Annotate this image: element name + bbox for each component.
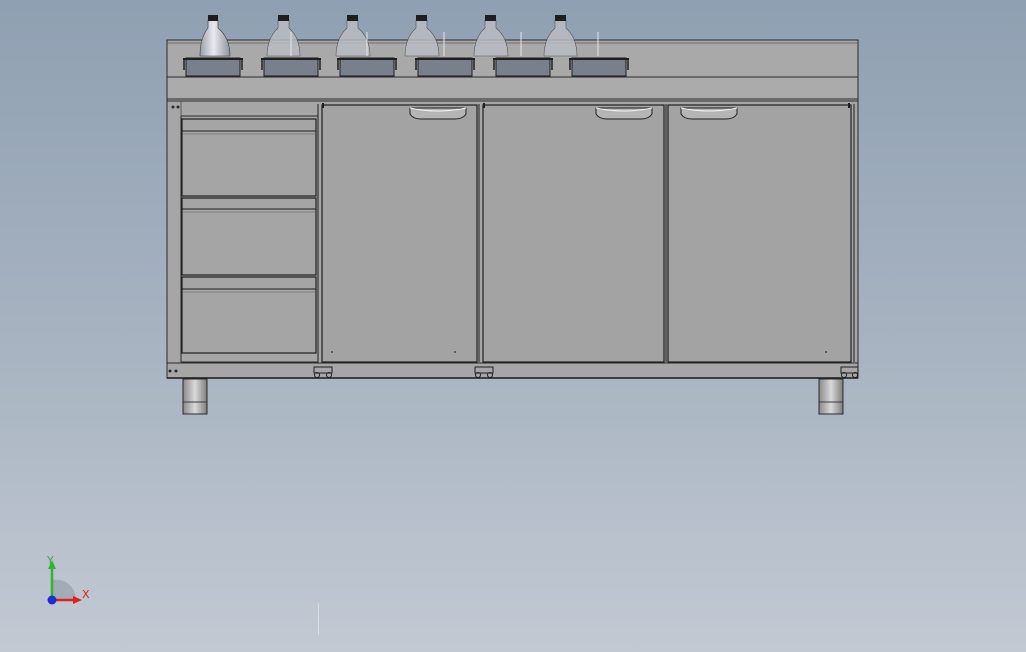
- x-axis-arrowhead: [73, 596, 82, 604]
- bottle: [199, 15, 231, 57]
- door-group: [317, 104, 855, 363]
- drawer-stack: [180, 115, 319, 363]
- door[interactable]: [665, 104, 855, 363]
- basket: [493, 57, 553, 77]
- z-axis-dot: [47, 595, 57, 605]
- y-axis-label: Y: [47, 554, 54, 567]
- leg: [818, 378, 844, 415]
- door[interactable]: [317, 104, 478, 363]
- model-render[interactable]: [0, 0, 1026, 652]
- basket: [337, 57, 397, 77]
- bottle: [404, 15, 445, 57]
- bottle: [266, 15, 301, 57]
- drawer[interactable]: [181, 118, 317, 197]
- x-axis-label: X: [82, 588, 90, 601]
- basket: [569, 57, 629, 77]
- countertop: [166, 76, 859, 102]
- leg-group: [182, 378, 844, 415]
- leg: [182, 378, 208, 415]
- drawer[interactable]: [181, 276, 317, 354]
- triad-shadow: [52, 579, 77, 600]
- basket: [415, 57, 475, 77]
- basket: [261, 57, 321, 77]
- cursor-indicator: [318, 603, 319, 635]
- drawer[interactable]: [181, 197, 317, 276]
- bottle: [335, 15, 371, 57]
- door[interactable]: [478, 104, 665, 363]
- graphics-viewport[interactable]: Y X: [0, 0, 1026, 652]
- basket: [183, 57, 243, 77]
